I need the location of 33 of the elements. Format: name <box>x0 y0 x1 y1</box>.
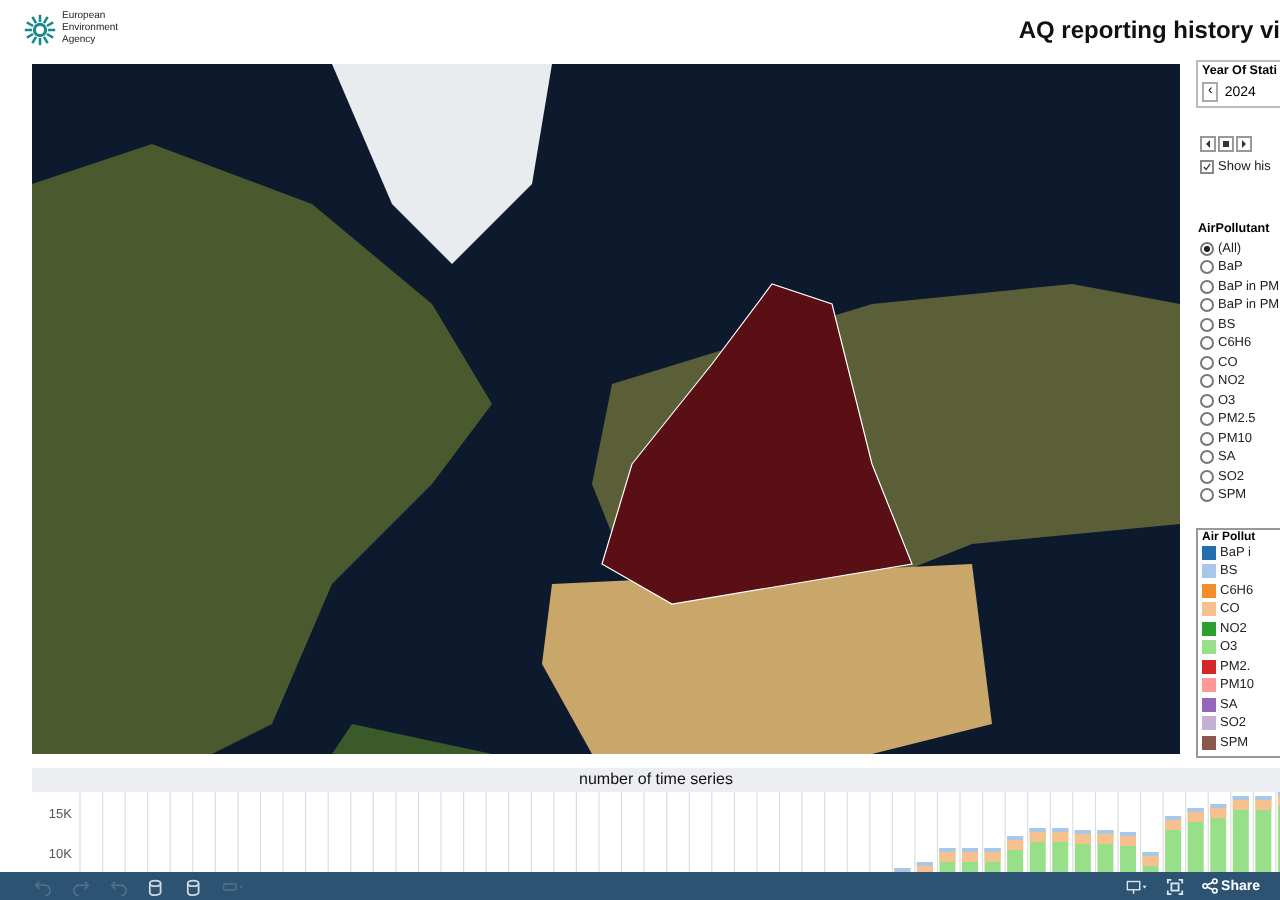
radio-button[interactable] <box>1200 317 1214 332</box>
step-forward-icon[interactable] <box>1236 136 1252 152</box>
stacked-bar <box>1210 804 1227 872</box>
radio-button[interactable] <box>1200 469 1214 484</box>
stacked-bar <box>1007 836 1023 872</box>
radio-button[interactable] <box>1200 336 1214 351</box>
pause-updates-icon[interactable] <box>184 877 206 895</box>
stacked-bar <box>916 862 933 872</box>
fullscreen-icon[interactable] <box>1163 877 1186 895</box>
stop-icon[interactable] <box>1218 136 1234 152</box>
refresh-data-icon[interactable] <box>146 877 168 895</box>
radio-button[interactable] <box>1200 450 1214 465</box>
radio-button[interactable] <box>1200 355 1214 370</box>
radio-button[interactable] <box>1200 241 1214 256</box>
sunburst-logo-icon <box>24 14 56 46</box>
stacked-bar <box>1097 830 1114 872</box>
stacked-bar <box>1255 796 1272 872</box>
radio-button[interactable] <box>1200 260 1214 275</box>
radio-button[interactable] <box>1200 279 1214 294</box>
radio-button[interactable] <box>1200 374 1214 389</box>
presentation-icon[interactable] <box>1125 877 1148 895</box>
radio-button[interactable] <box>1200 298 1214 313</box>
radio-button[interactable] <box>1200 393 1214 408</box>
dashboard-title: AQ reporting history vi <box>1018 16 1280 44</box>
radio-button[interactable] <box>1200 431 1214 446</box>
stacked-bar <box>1052 828 1069 872</box>
show-history-checkbox[interactable] <box>1200 160 1214 175</box>
step-back-icon[interactable] <box>1200 136 1216 152</box>
chart-title: number of time series <box>32 768 1280 792</box>
radio-button[interactable] <box>1200 412 1214 427</box>
stacked-bar <box>939 848 956 872</box>
share-icon <box>1201 878 1218 894</box>
radio-button[interactable] <box>1200 488 1214 503</box>
